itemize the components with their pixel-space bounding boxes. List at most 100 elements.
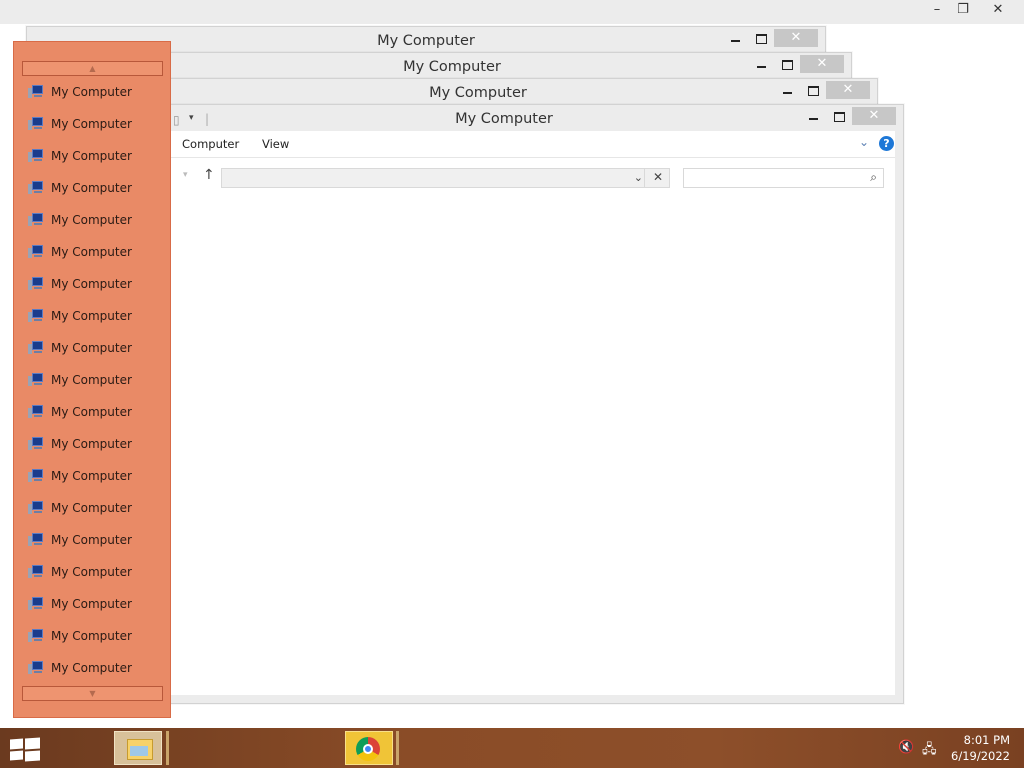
up-arrow-icon[interactable]: ↑: [203, 167, 215, 183]
jump-list-item-label: My Computer: [51, 277, 132, 291]
network-icon[interactable]: 🖧: [922, 740, 937, 762]
jump-list-item-label: My Computer: [51, 597, 132, 611]
jump-list-item[interactable]: My Computer: [28, 339, 158, 357]
computer-icon: [28, 437, 44, 450]
chrome-icon: [356, 737, 380, 761]
windows-logo-pane: [10, 750, 23, 761]
minimize-button[interactable]: [774, 81, 800, 99]
close-button[interactable]: ✕: [976, 0, 1020, 22]
close-icon: ✕: [816, 56, 828, 71]
start-button[interactable]: [8, 737, 40, 762]
computer-icon: [28, 181, 44, 194]
maximize-icon: [833, 111, 845, 122]
maximize-button[interactable]: [826, 107, 852, 125]
jump-list-item-label: My Computer: [51, 373, 132, 387]
jump-list-item[interactable]: My Computer: [28, 83, 158, 101]
jump-list-item-label: My Computer: [51, 565, 132, 579]
close-button[interactable]: ✕: [774, 29, 818, 47]
computer-icon: [28, 341, 44, 354]
computer-icon: [28, 501, 44, 514]
computer-icon: [28, 117, 44, 130]
taskbar-window-stack: [396, 731, 399, 765]
computer-icon: [28, 149, 44, 162]
jump-list-item[interactable]: My Computer: [28, 307, 158, 325]
jump-list-item[interactable]: My Computer: [28, 467, 158, 485]
computer-icon: [28, 277, 44, 290]
jump-list-item-label: My Computer: [51, 437, 132, 451]
jump-list-item[interactable]: My Computer: [28, 595, 158, 613]
search-input[interactable]: ⌕: [683, 168, 884, 188]
jump-list-item-label: My Computer: [51, 117, 132, 131]
close-button[interactable]: ✕: [826, 81, 870, 99]
minimize-button[interactable]: [800, 107, 826, 125]
close-button[interactable]: ✕: [852, 107, 896, 125]
jump-list-item-label: My Computer: [51, 629, 132, 643]
background-window-titlebar: – ❐ ✕: [0, 0, 1024, 24]
maximize-icon: [807, 85, 819, 96]
jump-list-item[interactable]: My Computer: [28, 179, 158, 197]
address-bar[interactable]: ⌄ ✕: [221, 168, 670, 188]
address-dropdown-icon[interactable]: ⌄: [634, 171, 643, 184]
clock[interactable]: 8:01 PM 6/19/2022: [951, 732, 1010, 764]
file-explorer-icon: [127, 739, 153, 760]
minimize-button[interactable]: –: [924, 0, 950, 22]
scroll-down-button[interactable]: ▼: [22, 686, 163, 701]
jump-list-item[interactable]: My Computer: [28, 147, 158, 165]
scroll-up-button[interactable]: ▲: [22, 61, 163, 76]
search-icon[interactable]: ⌕: [870, 170, 877, 185]
minimize-button[interactable]: [722, 29, 748, 47]
expand-ribbon-icon[interactable]: ⌄: [859, 135, 869, 149]
maximize-button[interactable]: [748, 29, 774, 47]
window-title: My Computer: [429, 85, 527, 101]
address-divider: [644, 169, 645, 187]
restore-button[interactable]: ❐: [950, 0, 976, 22]
explorer-window-front[interactable]: My Computer ▯ ▾ | ✕ Computer View ⌄ ? ▾ …: [104, 104, 904, 704]
close-icon: ✕: [868, 108, 880, 123]
help-icon[interactable]: ?: [879, 136, 894, 151]
jump-list-item-label: My Computer: [51, 469, 132, 483]
computer-icon: [28, 565, 44, 578]
maximize-button[interactable]: [800, 81, 826, 99]
tab-computer[interactable]: Computer: [182, 137, 239, 151]
windows-logo-pane: [25, 737, 40, 750]
customize-quick-access-icon[interactable]: ▾: [189, 113, 194, 123]
jump-list-item[interactable]: My Computer: [28, 403, 158, 421]
jump-list-item-label: My Computer: [51, 501, 132, 515]
clock-date: 6/19/2022: [951, 749, 1010, 763]
new-folder-icon[interactable]: ▯: [173, 113, 180, 127]
jump-list-item-label: My Computer: [51, 213, 132, 227]
jump-list-item[interactable]: My Computer: [28, 499, 158, 517]
jump-list-item-label: My Computer: [51, 661, 132, 675]
window-title: My Computer: [455, 111, 553, 127]
jump-list-item[interactable]: My Computer: [28, 275, 158, 293]
minimize-button[interactable]: [748, 55, 774, 73]
taskbar-chrome[interactable]: [345, 731, 393, 765]
minimize-icon: [782, 91, 792, 94]
jump-list-item[interactable]: My Computer: [28, 531, 158, 549]
computer-icon: [28, 629, 44, 642]
jump-list-item[interactable]: My Computer: [28, 563, 158, 581]
windows-logo-pane: [25, 750, 40, 762]
jump-list-item-label: My Computer: [51, 181, 132, 195]
maximize-button[interactable]: [774, 55, 800, 73]
close-icon: ✕: [790, 30, 802, 45]
clear-address-icon[interactable]: ✕: [653, 170, 663, 184]
toolbar-divider: |: [205, 112, 210, 126]
taskbar-file-explorer[interactable]: [114, 731, 162, 765]
jump-list-item[interactable]: My Computer: [28, 115, 158, 133]
jump-list-item[interactable]: My Computer: [28, 627, 158, 645]
recent-locations-icon[interactable]: ▾: [183, 170, 188, 180]
tab-view[interactable]: View: [262, 137, 289, 151]
jump-list-item[interactable]: My Computer: [28, 659, 158, 677]
jump-list-item[interactable]: My Computer: [28, 371, 158, 389]
close-button[interactable]: ✕: [800, 55, 844, 73]
jump-list-item-label: My Computer: [51, 245, 132, 259]
jump-list-item[interactable]: My Computer: [28, 243, 158, 261]
jump-list-item-label: My Computer: [51, 309, 132, 323]
volume-muted-icon[interactable]: 🔇: [898, 740, 914, 755]
jump-list-item[interactable]: My Computer: [28, 211, 158, 229]
computer-icon: [28, 85, 44, 98]
computer-icon: [28, 661, 44, 674]
maximize-icon: [781, 59, 793, 70]
jump-list-item[interactable]: My Computer: [28, 435, 158, 453]
